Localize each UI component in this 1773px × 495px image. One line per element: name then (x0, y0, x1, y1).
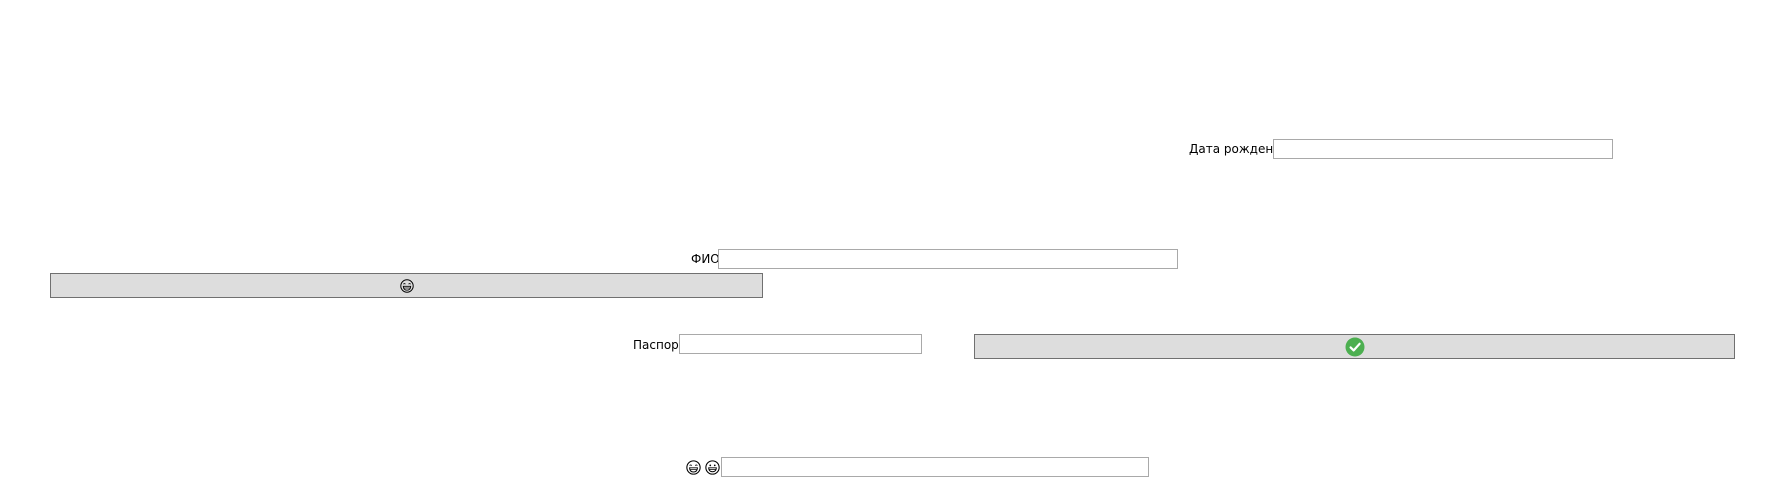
passport-label: Паспорт (633, 338, 686, 352)
grinning-face-icon (705, 460, 720, 475)
full-name-label: ФИО (691, 252, 720, 266)
extra-field[interactable] (721, 457, 1149, 477)
laughing-face-icon (399, 278, 414, 293)
birth-date-field[interactable] (1273, 139, 1613, 159)
passport-field[interactable] (679, 334, 922, 354)
smile-button[interactable] (50, 273, 763, 298)
full-name-field[interactable] (718, 249, 1178, 269)
confirm-button[interactable] (974, 334, 1735, 359)
green-check-icon (1345, 337, 1365, 357)
laughing-face-icon (686, 460, 701, 475)
